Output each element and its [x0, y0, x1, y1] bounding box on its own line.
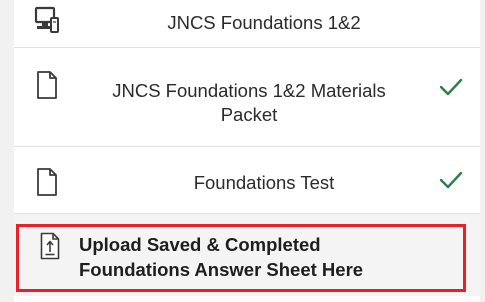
module-items-panel: JNCS Foundations 1&2 JNCS Foundations 1&…: [14, 0, 480, 302]
document-icon: [36, 167, 58, 202]
list-item-title: JNCS Foundations 1&2 Materials Packet: [94, 79, 404, 127]
list-item-materials-packet[interactable]: JNCS Foundations 1&2 Materials Packet: [14, 48, 480, 147]
completed-check-icon: [438, 76, 464, 103]
red-highlight-box: [16, 224, 466, 292]
desktop-computer-icon: [34, 6, 60, 41]
module-header-row[interactable]: JNCS Foundations 1&2: [14, 0, 480, 48]
list-item-title: Foundations Test: [193, 172, 335, 193]
document-icon: [36, 70, 58, 105]
completed-check-icon: [438, 169, 464, 196]
title-line-2: Packet: [220, 104, 278, 125]
list-item-foundations-test[interactable]: Foundations Test: [14, 147, 480, 214]
module-title: JNCS Foundations 1&2: [167, 12, 361, 33]
title-line-1: JNCS Foundations 1&2 Materials: [112, 80, 386, 101]
